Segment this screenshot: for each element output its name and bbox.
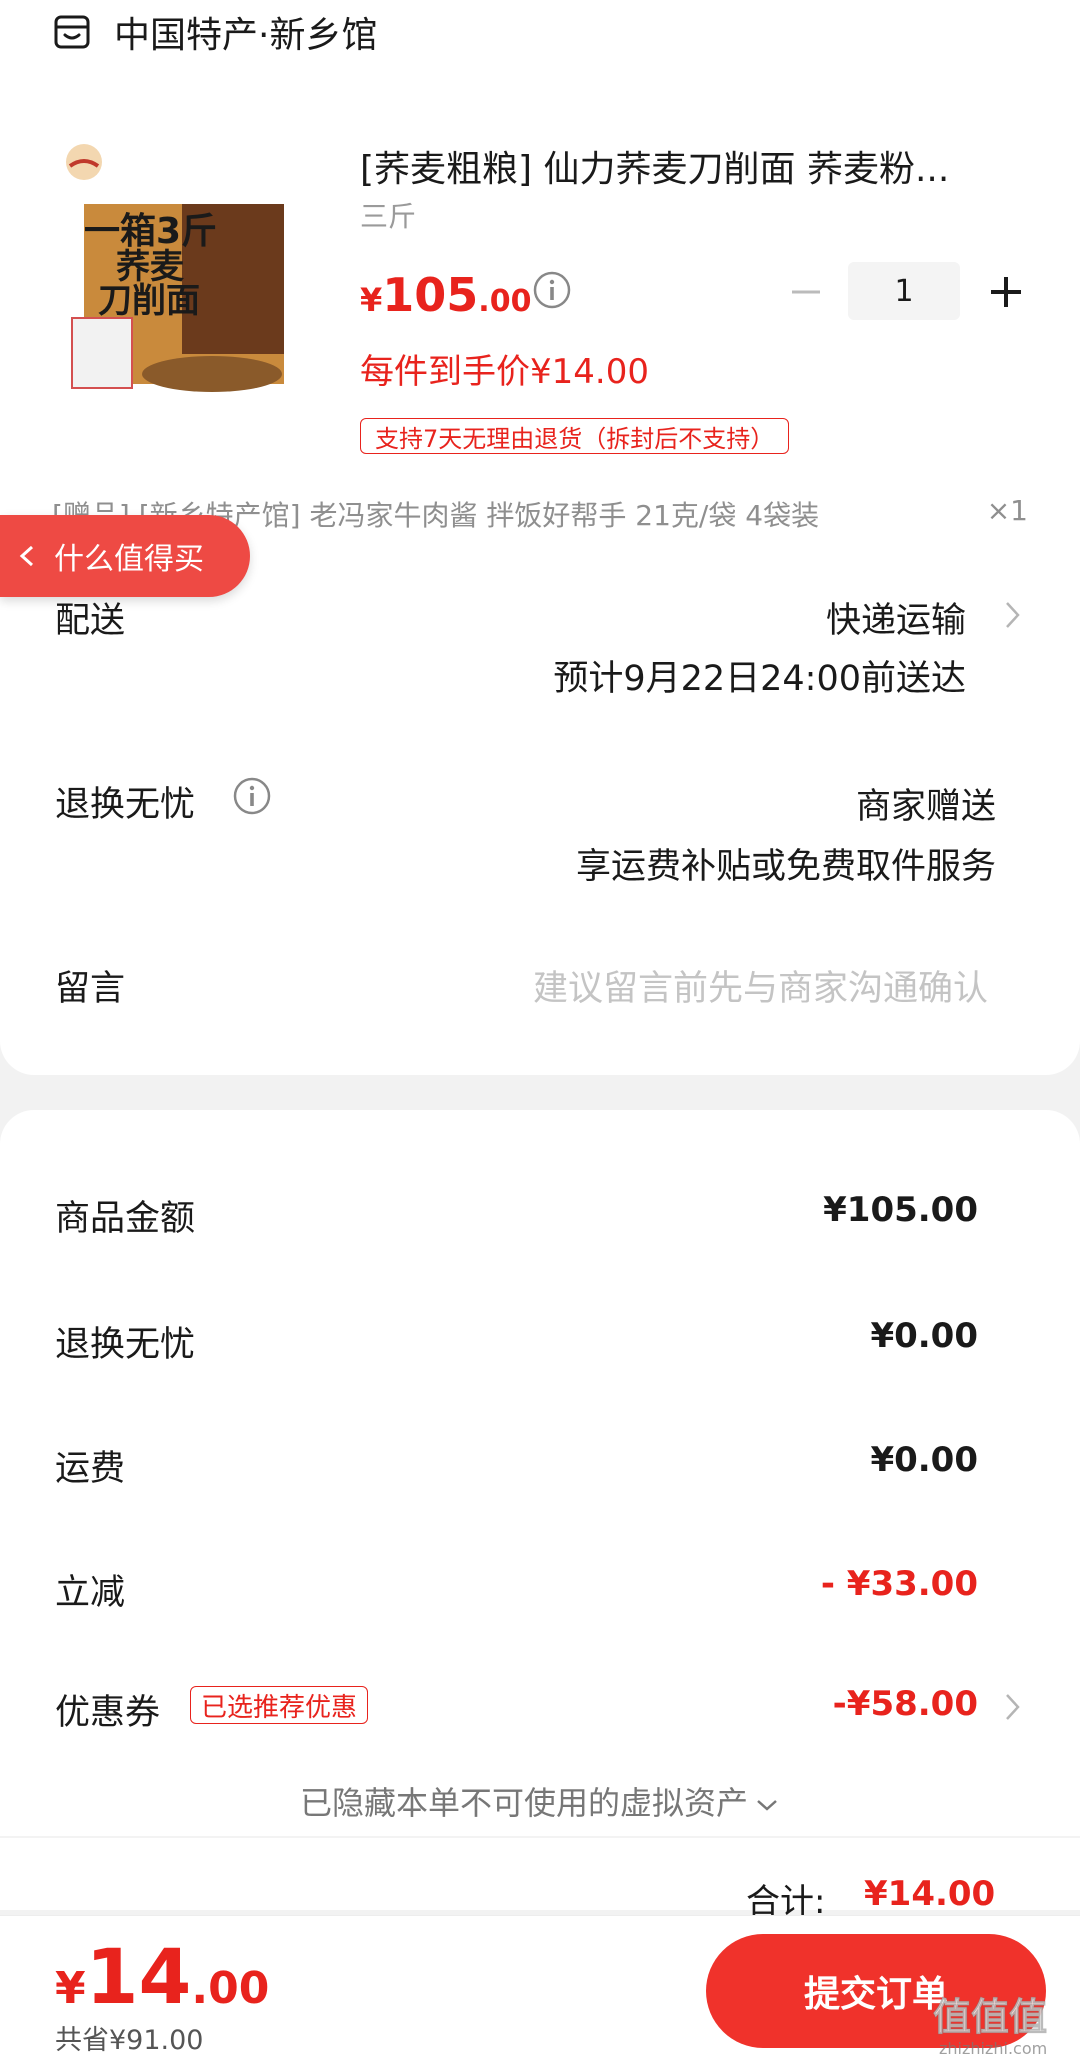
coupon-chevron-right-icon[interactable] [1002, 1690, 1024, 1724]
shipping-fee-label: 运费 [55, 1449, 126, 1489]
watermark-text: 值值值 [933, 1995, 1047, 2039]
total-value: ¥14.00 [864, 1874, 996, 1914]
message-label: 留言 [55, 969, 126, 1009]
product-spec: 三斤 [360, 200, 417, 233]
image-text-line-1: 一箱3斤 [84, 211, 217, 252]
worry-free-label: 退换无忧 [55, 785, 196, 825]
product-title[interactable]: [荞麦粗粮] 仙力荞麦刀削面 荞麦粉... [360, 140, 1020, 192]
worry-free-info-icon[interactable] [232, 776, 272, 816]
price-integer: 105 [382, 268, 479, 322]
shop-icon [54, 15, 90, 49]
image-text-line-3: 刀削面 [98, 281, 200, 321]
unit-price: 每件到手价¥14.00 [360, 352, 649, 392]
chevron-down-icon [757, 1800, 777, 1811]
quantity-input[interactable]: 1 [848, 262, 960, 320]
shop-header[interactable]: 中国特产·新乡馆 [52, 8, 377, 56]
worry-free-fee-label: 退换无忧 [55, 1325, 196, 1365]
summary-divider [0, 1836, 1080, 1838]
worry-free-value: 商家赠送 [855, 787, 996, 827]
price-symbol: ¥ [360, 281, 383, 319]
chevron-left-icon [19, 545, 34, 567]
instant-discount-label: 立减 [55, 1573, 126, 1613]
shipping-fee-value: ¥0.00 [870, 1440, 978, 1480]
delivery-method[interactable]: 快递运输 [826, 592, 966, 643]
goods-amount-value: ¥105.00 [823, 1190, 978, 1230]
footer-price-integer: 14 [85, 1932, 192, 2021]
delivery-eta: 预计9月22日24:00前送达 [553, 659, 966, 699]
coupon-value[interactable]: -¥58.00 [833, 1684, 978, 1724]
hidden-assets-label: 已隐藏本单不可使用的虚拟资产 [299, 1784, 748, 1822]
footer-total-price: ¥ 14 .00 [55, 1932, 269, 2021]
smzdm-floating-button[interactable]: 什么值得买 [0, 515, 250, 597]
watermark-site: zhizhizhi.com [939, 2039, 1047, 2058]
footer-price-decimal: .00 [191, 1963, 270, 2014]
return-policy-tag: 支持7天无理由退货（拆封后不支持） [360, 418, 790, 454]
worry-free-desc: 享运费补贴或免费取件服务 [575, 847, 996, 887]
product-image[interactable]: 一箱3斤 荞麦 刀削面 [62, 138, 292, 396]
instant-discount-value: - ¥33.00 [820, 1564, 978, 1604]
coupon-label[interactable]: 优惠券 [55, 1684, 160, 1735]
footer-price-symbol: ¥ [55, 1963, 86, 2014]
price-decimal: .00 [478, 284, 532, 319]
product-price: ¥ 105 .00 [360, 268, 531, 322]
watermark-logo: 值值值 zhizhizhi.com [933, 1995, 1048, 2059]
coupon-recommended-tag: 已选推荐优惠 [190, 1686, 369, 1724]
delivery-label: 配送 [55, 601, 126, 641]
quantity-increase-button[interactable] [986, 272, 1026, 312]
gift-quantity: ×1 [986, 494, 1028, 527]
quantity-decrease-button[interactable] [786, 272, 826, 312]
hidden-assets-toggle[interactable]: 已隐藏本单不可使用的虚拟资产 [0, 1778, 1080, 1824]
floating-button-label: 什么值得买 [54, 542, 204, 577]
order-confirm-page: 中国特产·新乡馆 一箱3斤 荞麦 刀削面 [荞麦粗粮] 仙力荞麦刀削面 荞麦粉.… [0, 0, 1080, 2065]
goods-amount-label: 商品金额 [55, 1199, 196, 1239]
footer-saved-amount: 共省¥91.00 [55, 2025, 204, 2056]
shop-name: 中国特产·新乡馆 [114, 15, 378, 56]
worry-free-fee-value: ¥0.00 [870, 1316, 978, 1356]
chevron-right-icon[interactable] [1002, 598, 1024, 632]
price-info-icon[interactable] [532, 270, 572, 310]
message-input[interactable]: 建议留言前先与商家沟通确认 [533, 960, 988, 1011]
